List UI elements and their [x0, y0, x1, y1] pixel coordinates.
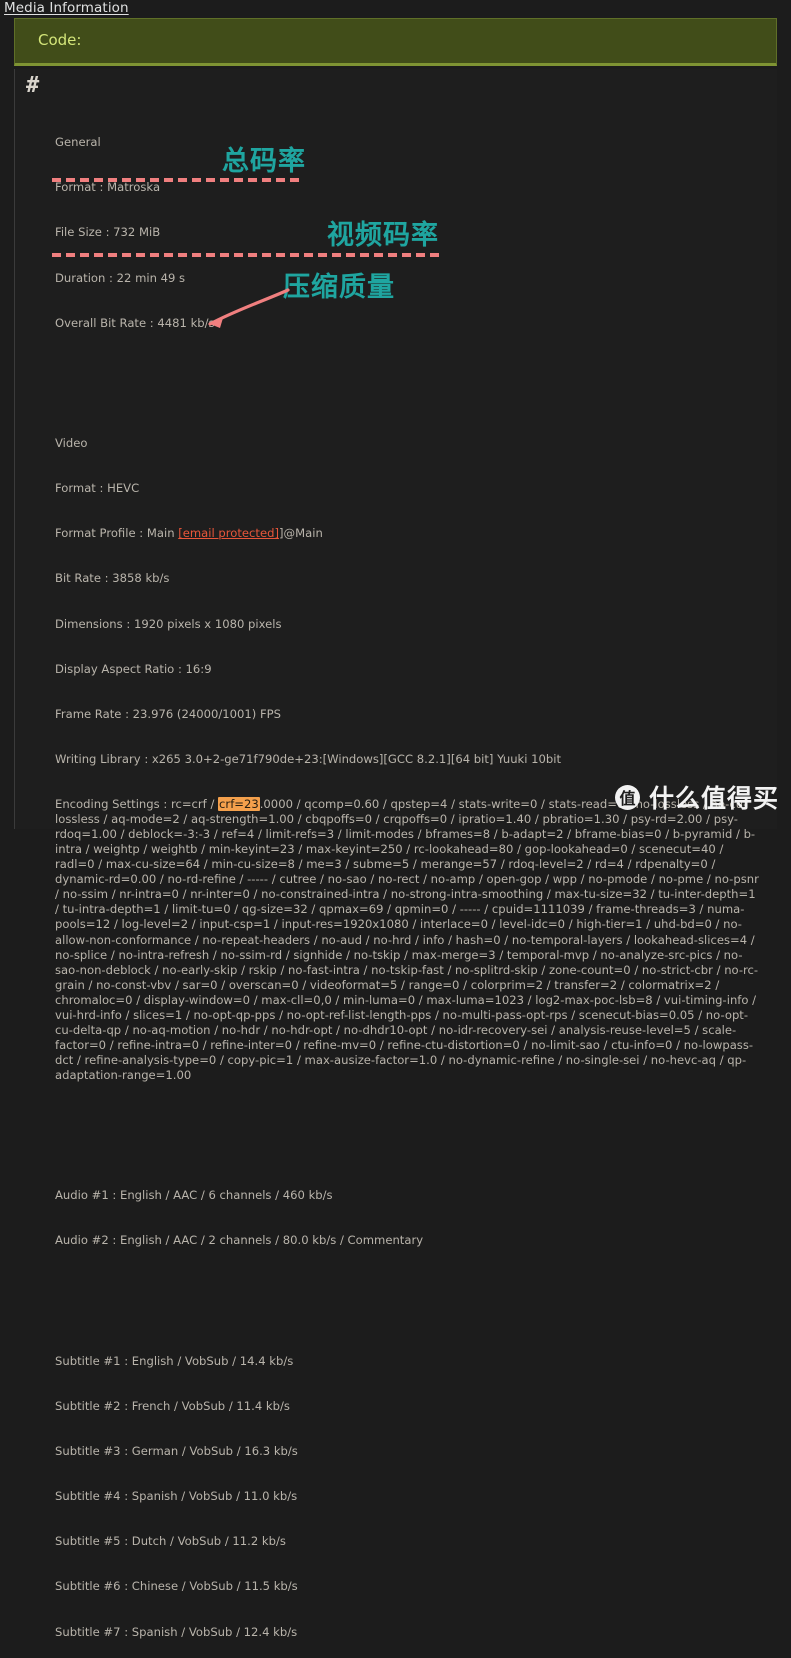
email-protected-link[interactable]: [email protected] — [178, 526, 279, 540]
annotation-label: 总码率 — [222, 146, 306, 177]
encoding-prefix: Encoding Settings : rc=crf / — [55, 797, 219, 812]
media-information-link[interactable]: Media Information — [4, 0, 129, 16]
video-bitrate-line: Bit Rate : 3858 kb/s — [55, 571, 170, 586]
mediainfo-text-block: General Format : Matroska File Size : 73… — [55, 105, 761, 1658]
watermark-text: 什么值得买 — [648, 784, 779, 813]
code-header-box: Code: — [14, 18, 777, 66]
video-bitrate-underline — [52, 253, 440, 257]
general-line: Format : Matroska — [55, 180, 161, 195]
format-profile-prefix: Format Profile : Main — [55, 526, 179, 541]
video-format-profile-line: Format Profile : Main [email protected]]… — [55, 526, 761, 541]
subtitle-line: Subtitle #4 : Spanish / VobSub / 11.0 kb… — [55, 1489, 298, 1504]
format-profile-suffix: ]@Main — [279, 526, 323, 541]
general-line: Duration : 22 min 49 s — [55, 270, 186, 285]
annotation-label: 视频码率 — [327, 220, 439, 251]
subtitle-line: Subtitle #6 : Chinese / VobSub / 11.5 kb… — [55, 1579, 298, 1594]
video-section-title: Video — [55, 435, 88, 450]
annotation-video-bitrate: 视频码率 — [327, 213, 439, 252]
video-format-line: Format : HEVC — [55, 481, 140, 496]
crf-highlight: crf=23 — [218, 797, 260, 812]
annotation-compression-quality: 压缩质量 — [283, 265, 395, 304]
general-overall-bitrate-line: Overall Bit Rate : 4481 kb/s — [55, 315, 215, 330]
video-encoding-settings-line: Encoding Settings : rc=crf / crf=23.0000… — [55, 797, 761, 1083]
overall-bitrate-underline — [52, 178, 302, 182]
encoding-rest: .0000 / qcomp=0.60 / qpstep=4 / stats-wr… — [55, 797, 763, 1082]
subtitle-line: Subtitle #2 : French / VobSub / 11.4 kb/… — [55, 1398, 290, 1413]
watermark: 值 什么值得买 — [614, 779, 779, 815]
general-section-title: General — [55, 135, 101, 150]
subtitle-line: Subtitle #7 : Spanish / VobSub / 12.4 kb… — [55, 1624, 298, 1639]
media-information-page: Media Information Code: # General Format… — [0, 0, 791, 1639]
annotation-overall-bitrate: 总码率 — [222, 139, 306, 178]
video-framerate-line: Frame Rate : 23.976 (24000/1001) FPS — [55, 706, 281, 721]
annotation-label: 压缩质量 — [283, 272, 395, 303]
audio-line: Audio #1 : English / AAC / 6 channels / … — [55, 1188, 333, 1203]
hash-icon: # — [26, 73, 40, 98]
video-dimensions-line: Dimensions : 1920 pixels x 1080 pixels — [55, 616, 282, 631]
code-content-panel: # General Format : Matroska File Size : … — [14, 69, 777, 1639]
subtitle-line: Subtitle #5 : Dutch / VobSub / 11.2 kb/s — [55, 1534, 286, 1549]
video-writing-library-line: Writing Library : x265 3.0+2-ge71f790de+… — [55, 751, 562, 766]
video-dar-line: Display Aspect Ratio : 16:9 — [55, 661, 212, 676]
subtitle-line: Subtitle #1 : English / VobSub / 14.4 kb… — [55, 1353, 294, 1368]
subtitle-line: Subtitle #3 : German / VobSub / 16.3 kb/… — [55, 1444, 298, 1459]
audio-line: Audio #2 : English / AAC / 2 channels / … — [55, 1233, 424, 1248]
watermark-logo-icon: 值 — [614, 784, 640, 810]
code-label: Code: — [38, 31, 82, 49]
